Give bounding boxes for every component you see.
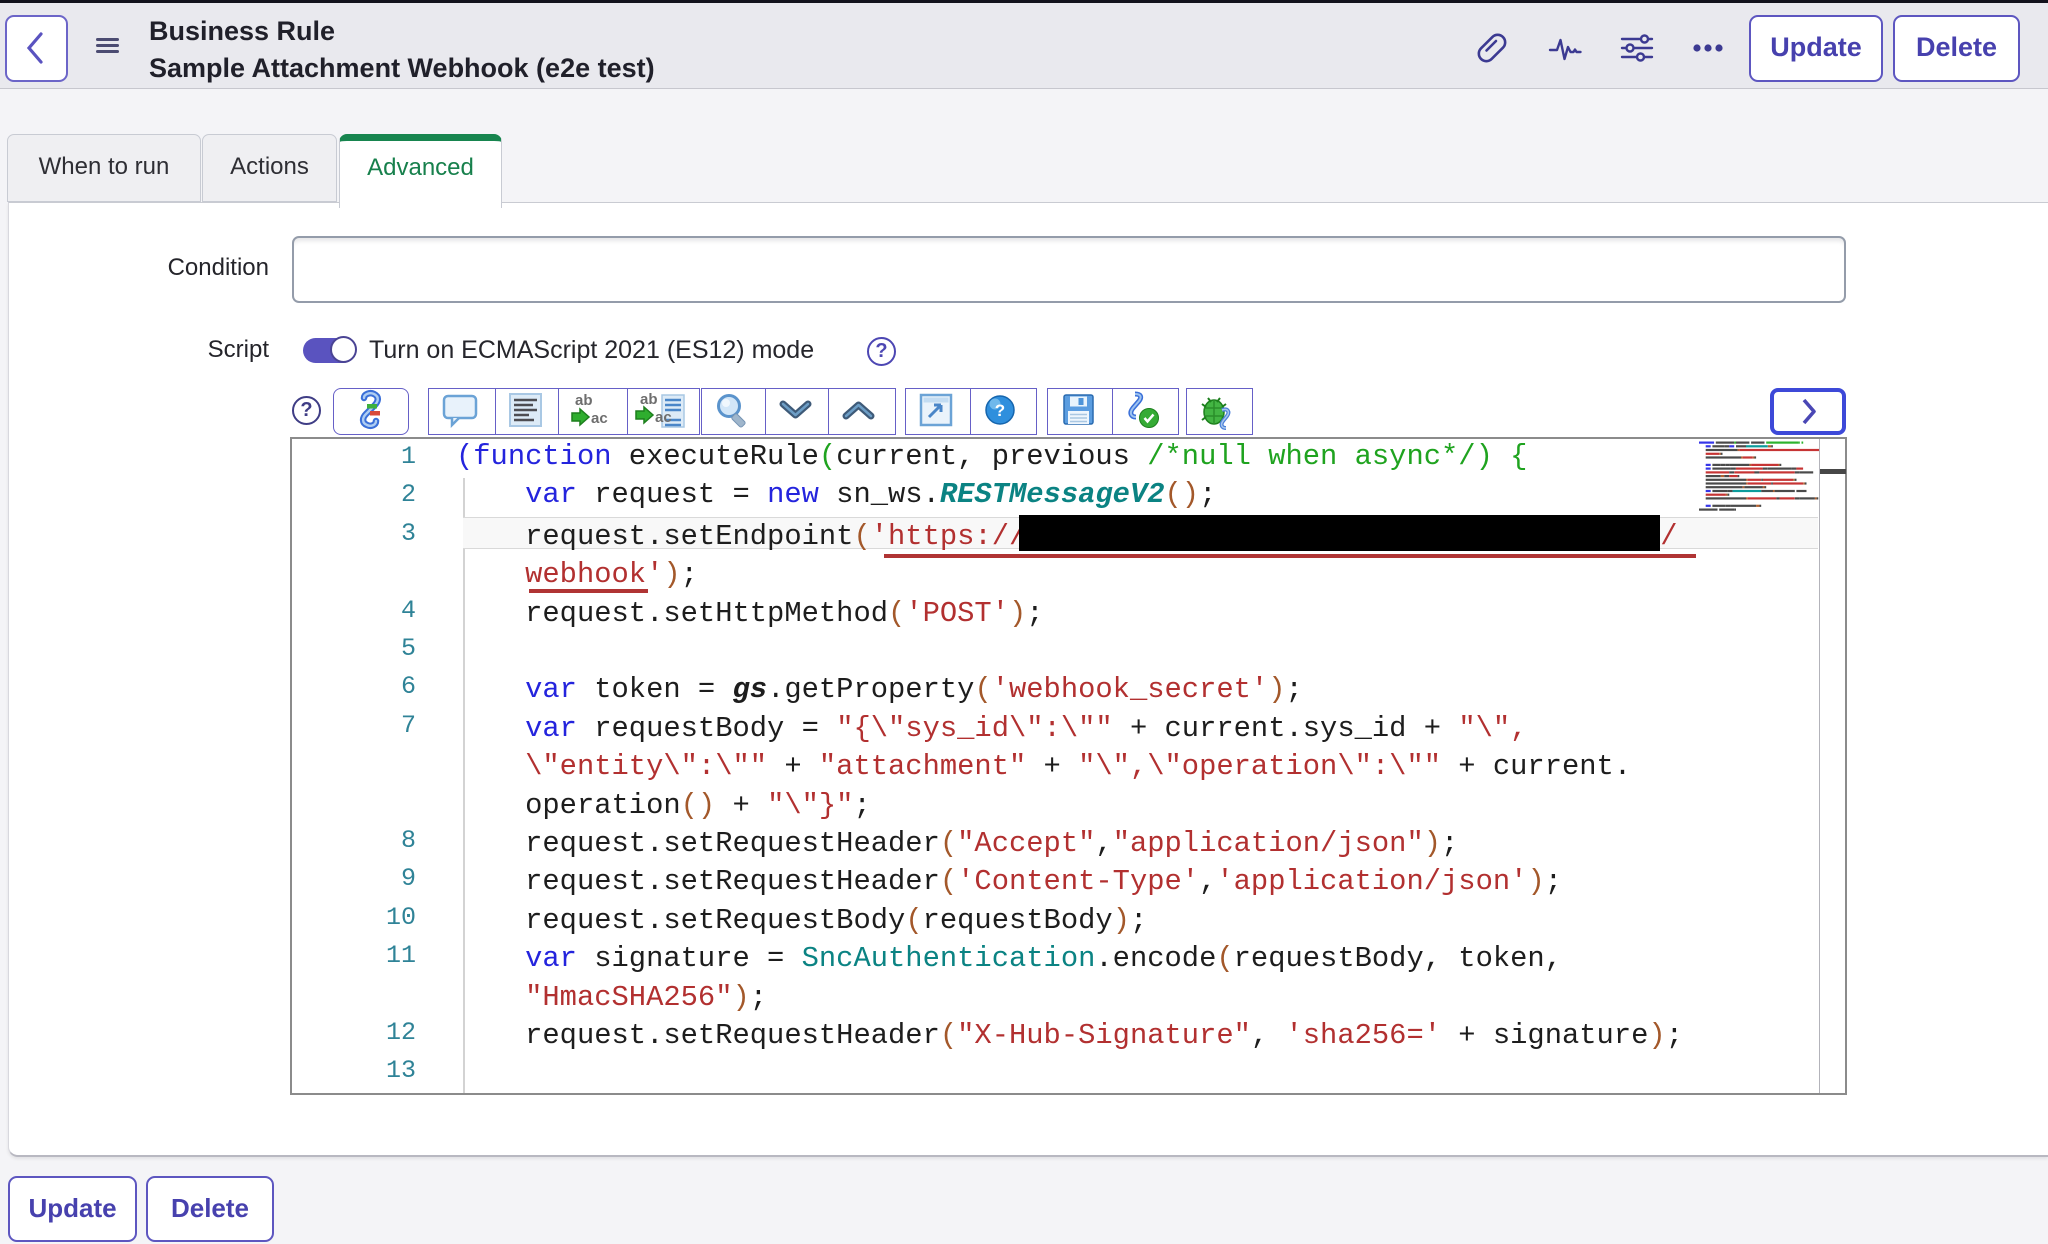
svg-text:ac: ac <box>591 410 608 427</box>
svg-text:ab: ab <box>640 391 658 408</box>
svg-text:ac: ac <box>655 409 672 426</box>
svg-text:ab: ab <box>575 392 593 409</box>
svg-text:?: ? <box>995 401 1005 420</box>
